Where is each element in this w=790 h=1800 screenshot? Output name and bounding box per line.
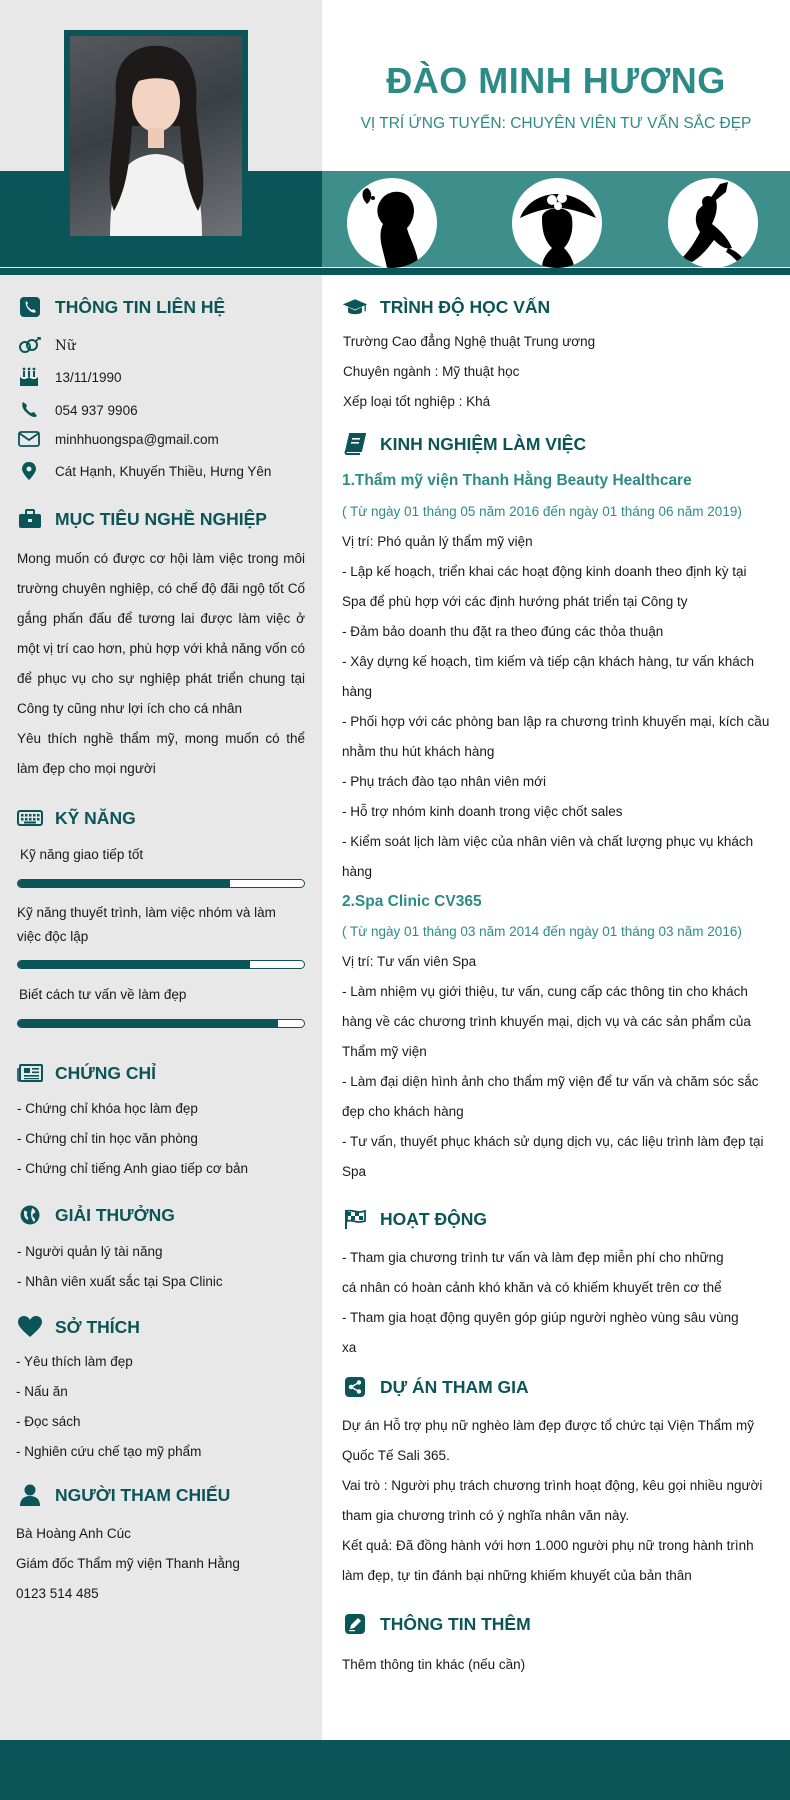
- activity-line-4: xa: [342, 1340, 357, 1355]
- job-1-duty-3: - Xây dựng kế hoạch, tìm kiếm và tiếp cậ…: [342, 654, 755, 699]
- flag-checkered-icon: [342, 1208, 368, 1230]
- objective-text: Mong muốn có được cơ hội làm việc trong …: [17, 551, 305, 716]
- contact-gender: Nữ: [17, 336, 76, 356]
- education-school: Trường Cao đẳng Nghệ thuật Trung ương: [343, 334, 596, 349]
- job-1-duty-1: - Lập kế hoạch, triển khai các hoạt động…: [342, 564, 747, 609]
- envelope-icon: [17, 429, 41, 449]
- references-section-title: NGƯỜI THAM CHIẾU: [17, 1484, 230, 1506]
- contact-section-title: THÔNG TIN LIÊN HỆ: [17, 296, 225, 318]
- birthday-cake-icon: [17, 367, 41, 387]
- reference-name: Bà Hoàng Anh Cúc: [16, 1526, 131, 1541]
- skill-3-bar: [17, 1019, 305, 1028]
- skill-2-bar-fill: [18, 961, 250, 968]
- heart-icon: [17, 1316, 43, 1338]
- certificates-section-title: CHỨNG CHỈ: [17, 1062, 156, 1084]
- map-marker-icon: [17, 461, 41, 481]
- newspaper-icon: [17, 1062, 43, 1084]
- experience-section-title: KINH NGHIỆM LÀM VIỆC: [342, 433, 586, 455]
- profile-photo-frame: [64, 30, 248, 242]
- footer-band: [0, 1740, 790, 1800]
- hobby-item-3: - Đọc sách: [16, 1414, 81, 1429]
- project-description: Dự án Hỗ trợ phụ nữ nghèo làm đẹp được t…: [342, 1418, 755, 1463]
- awards-section-title: GIẢI THƯỞNG: [17, 1204, 175, 1226]
- globe-icon: [17, 1204, 43, 1226]
- activity-line-3: - Tham gia hoạt động quyên góp giúp ngườ…: [342, 1310, 739, 1325]
- briefcase-icon: [17, 508, 43, 530]
- candidate-name: ĐÀO MINH HƯƠNG: [386, 60, 726, 101]
- objective-section-title: MỤC TIÊU NGHỀ NGHIỆP: [17, 508, 267, 530]
- education-major: Chuyên ngành : Mỹ thuật học: [343, 364, 520, 379]
- job-2-duty-2: - Làm đại diện hình ảnh cho thẩm mỹ viện…: [342, 1074, 759, 1119]
- user-icon: [17, 1484, 43, 1506]
- certificate-item-1: - Chứng chỉ khóa học làm đẹp: [17, 1101, 198, 1116]
- award-item-2: - Nhân viên xuất sắc tại Spa Clinic: [17, 1274, 223, 1289]
- share-square-icon: [342, 1376, 368, 1398]
- job-1-duty-6: - Hỗ trợ nhóm kinh doanh trong việc chốt…: [342, 804, 623, 819]
- project-role: Vai trò : Người phụ trách chương trình h…: [342, 1478, 763, 1523]
- activity-line-2: cá nhân có hoàn cảnh khó khăn và có khiế…: [342, 1280, 722, 1295]
- job-1-duty-2: - Đảm bảo doanh thu đặt ra theo đúng các…: [342, 624, 664, 639]
- woman-kiss-silhouette-icon: [347, 178, 437, 268]
- header-band-line: [0, 268, 790, 275]
- extra-info-section-title: THÔNG TIN THÊM: [342, 1613, 531, 1635]
- skill-2-label: Kỹ năng thuyết trình, làm việc nhóm và l…: [17, 905, 276, 944]
- contact-birthday: 13/11/1990: [17, 367, 122, 387]
- skill-2-bar: [17, 960, 305, 969]
- skill-3-bar-fill: [18, 1020, 279, 1027]
- project-result: Kết quả: Đã đồng hành với hơn 1.000 ngườ…: [342, 1538, 754, 1583]
- hobby-item-2: - Nấu ăn: [16, 1384, 68, 1399]
- graduation-cap-icon: [342, 296, 368, 318]
- extra-info-text: Thêm thông tin khác (nếu cần): [342, 1657, 526, 1672]
- contact-address: Cát Hạnh, Khuyến Thiều, Hưng Yên: [17, 461, 271, 481]
- skill-3-label: Biết cách tư vấn về làm đẹp: [19, 987, 187, 1002]
- activity-line-1: - Tham gia chương trình tư vấn và làm đẹ…: [342, 1250, 724, 1265]
- skill-1-label: Kỹ năng giao tiếp tốt: [20, 847, 144, 862]
- job-2-duty-1: - Làm nhiệm vụ giới thiệu, tư vấn, cung …: [342, 984, 751, 1059]
- profile-photo: [70, 36, 242, 236]
- hobbies-section-title: SỞ THÍCH: [17, 1316, 140, 1338]
- job-1-role: Vị trí: Phó quản lý thẩm mỹ viện: [342, 534, 533, 549]
- keyboard-icon: [17, 807, 43, 829]
- woman-hat-silhouette-icon: [512, 178, 602, 268]
- job-1-duty-5: - Phụ trách đào tạo nhân viên mới: [342, 774, 546, 789]
- job-1-company: 1.Thẩm mỹ viện Thanh Hằng Beauty Healthc…: [342, 472, 692, 489]
- edit-pencil-icon: [342, 1613, 368, 1635]
- skill-1-bar-fill: [18, 880, 230, 887]
- job-1-duty-4: - Phối hợp với các phòng ban lập ra chươ…: [342, 714, 770, 759]
- education-grade: Xếp loại tốt nghiệp : Khá: [343, 394, 491, 409]
- projects-section-title: DỰ ÁN THAM GIA: [342, 1376, 529, 1398]
- job-1-date: ( Từ ngày 01 tháng 05 năm 2016 đến ngày …: [342, 504, 742, 519]
- woman-stretch-silhouette-icon: [668, 178, 758, 268]
- job-1-duty-7: - Kiểm soát lịch làm việc của nhân viên …: [342, 834, 754, 879]
- phone-icon: [17, 400, 41, 420]
- certificate-item-3: - Chứng chỉ tiếng Anh giao tiếp cơ bản: [17, 1161, 249, 1176]
- activities-section-title: HOẠT ĐỘNG: [342, 1208, 487, 1230]
- award-item-1: - Người quản lý tài năng: [17, 1244, 163, 1259]
- hobby-item-4: - Nghiên cứu chế tạo mỹ phẩm: [16, 1444, 202, 1459]
- skills-section-title: KỸ NĂNG: [17, 807, 136, 829]
- applied-position: VỊ TRÍ ỨNG TUYỂN: CHUYÊN VIÊN TƯ VẤN SẮC…: [360, 115, 752, 132]
- reference-title: Giám đốc Thẩm mỹ viện Thanh Hằng: [16, 1556, 240, 1571]
- job-2-date: ( Từ ngày 01 tháng 03 năm 2014 đến ngày …: [342, 924, 742, 939]
- hobby-item-1: - Yêu thích làm đẹp: [16, 1354, 133, 1369]
- reference-phone: 0123 514 485: [16, 1586, 99, 1601]
- skill-1-bar: [17, 879, 305, 888]
- education-section-title: TRÌNH ĐỘ HỌC VẤN: [342, 296, 550, 318]
- objective-text-2: Yêu thích nghề thẩm mỹ, mong muốn có thể…: [17, 731, 305, 776]
- phone-square-icon: [17, 296, 43, 318]
- certificate-item-2: - Chứng chỉ tin học văn phòng: [17, 1131, 198, 1146]
- contact-email: minhhuongspa@gmail.com: [17, 429, 219, 449]
- gender-icon: [17, 336, 41, 356]
- contact-phone: 054 937 9906: [17, 400, 138, 420]
- job-2-duty-3: - Tư vấn, thuyết phục khách sử dụng dịch…: [342, 1134, 764, 1179]
- job-2-role: Vị trí: Tư vấn viên Spa: [342, 954, 477, 969]
- book-icon: [342, 433, 368, 455]
- job-2-company: 2.Spa Clinic CV365: [342, 893, 482, 910]
